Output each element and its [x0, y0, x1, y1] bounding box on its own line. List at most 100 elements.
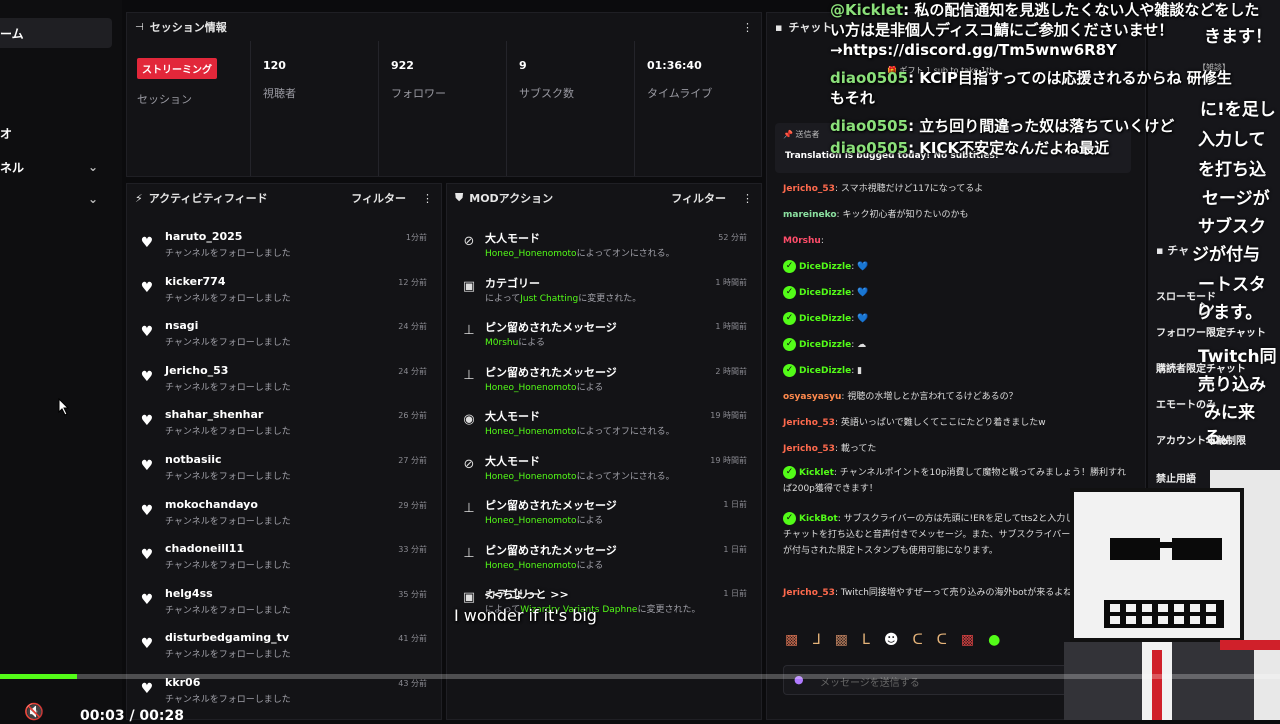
stat-label: 視聴者	[263, 87, 296, 100]
filter-button[interactable]: フィルター	[351, 190, 406, 206]
sidebar-item-video[interactable]: オ	[0, 118, 112, 148]
sidebar-item-home[interactable]: ーム	[0, 18, 112, 48]
more-icon[interactable]: ⋮	[742, 192, 753, 205]
chat-message[interactable]: ✓ DiceDizzle: 💙	[783, 285, 1131, 301]
mute-icon[interactable]: 🔇	[24, 702, 44, 721]
follower-name[interactable]: Jericho_53	[165, 364, 228, 377]
chat-message[interactable]: M0rshu:	[783, 233, 1131, 249]
list-item[interactable]: ◉ 大人モード Honeo_Honenomotoによってオフにされる。 19 時間前	[455, 406, 753, 450]
follower-name[interactable]: disturbedgaming_tv	[165, 631, 289, 644]
chat-message[interactable]: ✓ DiceDizzle: ▮	[783, 363, 1131, 379]
chat-username[interactable]: Jericho_53	[783, 418, 835, 428]
chat-username[interactable]: DiceDizzle	[799, 340, 851, 350]
follower-name[interactable]: shahar_shenhar	[165, 408, 263, 421]
chat-username[interactable]: Jericho_53	[783, 588, 835, 598]
chat-username[interactable]: DiceDizzle	[799, 262, 851, 272]
mod-user[interactable]: M0rshu	[485, 338, 518, 348]
mod-user[interactable]: Honeo_Honenomoto	[485, 561, 577, 571]
more-icon[interactable]: ⋮	[422, 192, 433, 205]
chat-username[interactable]: M0rshu	[783, 236, 821, 246]
list-item[interactable]: ⊥ ピン留めされたメッセージ Honeo_Honenomotoによる 2 時間前	[455, 362, 753, 406]
chat-username[interactable]: Kicklet	[799, 468, 834, 478]
setting-account-age[interactable]: アカウント年齢制限	[1156, 432, 1246, 447]
heart-icon: ♥	[140, 681, 154, 697]
list-item[interactable]: ♥ haruto_2025 チャンネルをフォローしました 1分前	[135, 228, 433, 268]
emote-icon[interactable]: ●	[988, 632, 1000, 648]
sidebar-item-channel[interactable]: ネル ⌄	[0, 152, 112, 182]
chat-username[interactable]: DiceDizzle	[799, 366, 851, 376]
mod-text: によって	[485, 293, 521, 304]
stat-value: 01:36:40	[647, 59, 702, 72]
chat-message[interactable]: Jericho_53: スマホ視聴だけど117になってるよ	[783, 181, 1131, 197]
mod-action-time: 1 日前	[723, 544, 747, 554]
panel-title: チャット	[788, 21, 833, 34]
panel-title: チャ	[1167, 244, 1190, 257]
pixel-avatar	[1064, 470, 1280, 720]
follower-name[interactable]: haruto_2025	[165, 230, 242, 243]
chat-message[interactable]: ✓ DiceDizzle: ☁	[783, 337, 1131, 353]
follower-name[interactable]: mokochandayo	[165, 498, 258, 511]
list-item[interactable]: ▣ カテゴリー によってJust Chattingに変更された。 1 時間前	[455, 273, 753, 317]
chat-text: 💙	[857, 314, 869, 324]
list-item[interactable]: ♥ kicker774 チャンネルをフォローしました 12 分前	[135, 273, 433, 313]
filter-button[interactable]: フィルター	[671, 190, 726, 206]
emote-icon[interactable]: ▩	[835, 632, 848, 648]
list-item[interactable]: ⊥ ピン留めされたメッセージ Honeo_Honenomotoによる 1 日前	[455, 495, 753, 539]
chat-message[interactable]: mareineko: キック初心者が知りたいのかも	[783, 207, 1131, 223]
list-item[interactable]: ⊘ 大人モード Honeo_Honenomotoによってオンにされる。 19 時間前	[455, 451, 753, 495]
follower-name[interactable]: nsagi	[165, 319, 198, 332]
chevron-down-icon[interactable]: ⌄	[88, 160, 98, 174]
chat-message[interactable]: osyasyasyu: 視聴の水増しとか言われてるけどあるの？	[783, 389, 1131, 405]
mod-user[interactable]: Honeo_Honenomoto	[485, 427, 577, 437]
emote-icon[interactable]: ▩	[785, 632, 798, 648]
chat-username[interactable]: DiceDizzle	[799, 288, 851, 298]
list-item[interactable]: ♥ nsagi チャンネルをフォローしました 24 分前	[135, 317, 433, 357]
chat-message[interactable]: ✓ DiceDizzle: 💙	[783, 311, 1131, 327]
follower-name[interactable]: helg4ss	[165, 587, 213, 600]
list-item[interactable]: ♥ Jericho_53 チャンネルをフォローしました 24 分前	[135, 362, 433, 402]
player-progress-track[interactable]	[0, 674, 1280, 679]
chat-username[interactable]: DiceDizzle	[799, 314, 851, 324]
chat-username[interactable]: osyasyasyu	[783, 392, 841, 402]
list-item[interactable]: ♥ helg4ss チャンネルをフォローしました 35 分前	[135, 585, 433, 625]
list-item[interactable]: ♥ mokochandayo チャンネルをフォローしました 29 分前	[135, 496, 433, 536]
list-item[interactable]: ⊥ ピン留めされたメッセージ M0rshuによる 1 時間前	[455, 317, 753, 361]
mod-user[interactable]: Honeo_Honenomoto	[485, 249, 577, 259]
mod-user[interactable]: Honeo_Honenomoto	[485, 383, 577, 393]
more-icon[interactable]: ⋮	[742, 21, 753, 34]
follower-name[interactable]: notbasiic	[165, 453, 222, 466]
setting-slow-mode[interactable]: スローモード	[1156, 288, 1216, 303]
sidebar-item-more[interactable]: ⌄	[0, 184, 112, 214]
chat-input[interactable]: ● メッセージを送信する	[783, 665, 1083, 695]
setting-follower-only[interactable]: フォロワー限定チャット	[1156, 324, 1266, 339]
session-icon: ⊣	[135, 21, 144, 33]
list-item[interactable]: ⊘ 大人モード Honeo_Honenomotoによってオンにされる。 52 分前	[455, 228, 753, 272]
emote-icon[interactable]: ᑕ	[937, 632, 947, 648]
chat-username[interactable]: Jericho_53	[783, 444, 835, 454]
emote-icon[interactable]: ᒧ	[812, 632, 821, 648]
chat-username[interactable]: KickBot	[799, 514, 838, 524]
mod-action-detail: Honeo_Honenomotoによる	[485, 513, 603, 526]
emote-icon[interactable]: ☻	[884, 632, 899, 648]
mod-user[interactable]: Honeo_Honenomoto	[485, 472, 577, 482]
chat-username[interactable]: Jericho_53	[783, 184, 835, 194]
follower-name[interactable]: kicker774	[165, 275, 225, 288]
follower-name[interactable]: chadoneill11	[165, 542, 244, 555]
mod-user[interactable]: Just Chatting	[520, 294, 578, 304]
chevron-down-icon[interactable]: ⌄	[88, 192, 98, 206]
list-item[interactable]: ♥ chadoneill11 チャンネルをフォローしました 33 分前	[135, 540, 433, 580]
chat-message[interactable]: Jericho_53: 英語いっぱいで難しくてここにたどり着きましたw	[783, 415, 1131, 431]
emote-icon[interactable]: ᒪ	[862, 632, 870, 648]
list-item[interactable]: ♥ notbasiic チャンネルをフォローしました 27 分前	[135, 451, 433, 491]
list-item[interactable]: ♥ shahar_shenhar チャンネルをフォローしました 26 分前	[135, 406, 433, 446]
emote-icon[interactable]: ᑕ	[912, 632, 922, 648]
mod-action-name: 大人モード	[485, 232, 540, 245]
chat-message[interactable]: Jericho_53: 載ってた	[783, 441, 1131, 457]
chat-username[interactable]: mareineko	[783, 210, 837, 220]
emote-icon[interactable]: ▩	[961, 632, 974, 648]
chat-message[interactable]: ✓ DiceDizzle: 💙	[783, 259, 1131, 275]
mod-user[interactable]: Honeo_Honenomoto	[485, 516, 577, 526]
chat-text: キック初心者が知りたいのかも	[842, 210, 969, 220]
list-item[interactable]: ♥ disturbedgaming_tv チャンネルをフォローしました 41 分前	[135, 629, 433, 669]
list-item[interactable]: ⊥ ピン留めされたメッセージ Honeo_Honenomotoによる 1 日前	[455, 540, 753, 584]
